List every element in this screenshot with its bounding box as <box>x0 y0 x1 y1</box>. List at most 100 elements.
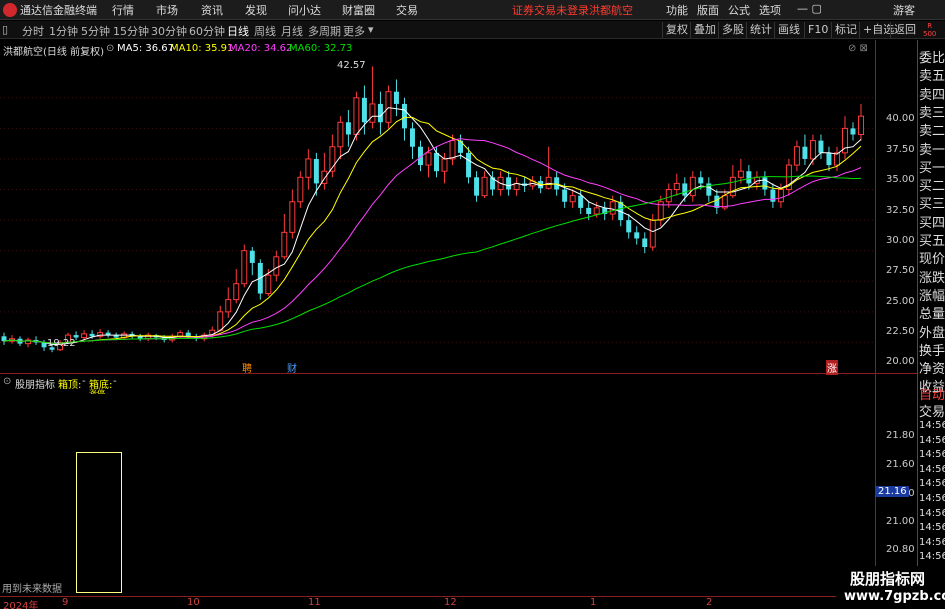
period-weekly[interactable]: 周线 <box>254 23 276 39</box>
candle-body-37[interactable] <box>297 176 304 203</box>
candle-body-10[interactable] <box>81 333 88 339</box>
menu-zixun[interactable]: 资讯 <box>201 2 223 18</box>
candle-body-43[interactable] <box>345 122 351 135</box>
candle-body-83[interactable] <box>665 189 672 203</box>
candle-body-79[interactable] <box>634 232 640 239</box>
more-chevron-icon[interactable]: ▾ <box>368 23 374 36</box>
candle-body-100[interactable] <box>802 146 808 159</box>
candle-body-48[interactable] <box>385 91 392 123</box>
candle-body-22[interactable] <box>177 332 184 337</box>
candle-body-55[interactable] <box>441 158 448 172</box>
candle-body-23[interactable] <box>185 332 191 337</box>
menu-wenxiaoda[interactable]: 问小达 <box>288 2 321 18</box>
menu-xuanxiang[interactable]: 选项 <box>759 2 781 18</box>
candle-body-97[interactable] <box>777 189 784 203</box>
period-more[interactable]: 更多 <box>343 23 365 39</box>
tongji-button[interactable]: 统计 <box>746 22 775 38</box>
menu-banmian[interactable]: 版面 <box>697 2 719 18</box>
candle-body-53[interactable] <box>425 152 432 166</box>
candle-body-58[interactable] <box>466 152 472 178</box>
f10-button[interactable]: F10 <box>804 22 831 38</box>
side-panel-header[interactable]: R 500 <box>923 22 936 38</box>
candle-body-91[interactable] <box>729 176 736 197</box>
chart-options-icon[interactable]: ⊘ ⊠ <box>848 43 868 54</box>
candle-body-31[interactable] <box>249 250 255 263</box>
candle-body-85[interactable] <box>682 183 688 196</box>
candle-body-92[interactable] <box>737 170 744 178</box>
fuquan-button[interactable]: 复权 <box>662 22 691 38</box>
event-marker-zhang[interactable]: 涨 <box>826 360 838 375</box>
candle-body-36[interactable] <box>289 201 296 233</box>
candle-body-50[interactable] <box>401 103 407 129</box>
period-1min[interactable]: 1分钟 <box>49 23 78 39</box>
menu-hangqing[interactable]: 行情 <box>112 2 134 18</box>
panel-toggle-icon[interactable]: ▯ <box>2 23 8 36</box>
menu-gongshi[interactable]: 公式 <box>728 2 750 18</box>
candle-body-96[interactable] <box>770 189 776 202</box>
candle-body-30[interactable] <box>241 250 248 285</box>
indicator-settings-icon[interactable]: ⊙ <box>106 43 114 54</box>
back-button[interactable]: 返回 <box>890 22 919 38</box>
period-30min[interactable]: 30分钟 <box>151 23 187 39</box>
candle-body-101[interactable] <box>809 140 816 160</box>
menu-faxian[interactable]: 发现 <box>245 2 267 18</box>
candle-body-35[interactable] <box>281 231 288 258</box>
candle-body-34[interactable] <box>273 256 280 276</box>
candle-body-29[interactable] <box>233 283 240 301</box>
candle-body-27[interactable] <box>217 311 224 331</box>
indicator-settings-icon-2[interactable]: ⊙ <box>3 376 11 387</box>
candle-body-89[interactable] <box>714 195 720 208</box>
candle-body-84[interactable] <box>673 182 680 191</box>
candle-body-54[interactable] <box>434 152 439 172</box>
event-marker-cai[interactable]: 财 <box>287 360 297 375</box>
candle-body-51[interactable] <box>409 128 415 147</box>
candle-body-42[interactable] <box>337 121 344 148</box>
candle-body-47[interactable] <box>377 103 383 123</box>
candle-body-59[interactable] <box>474 177 480 196</box>
menu-jiaoyi[interactable]: 交易 <box>396 2 418 18</box>
candle-body-95[interactable] <box>762 177 768 190</box>
candle-body-87[interactable] <box>698 177 704 184</box>
candle-body-81[interactable] <box>649 219 656 248</box>
candle-body-28[interactable] <box>225 299 232 313</box>
duogu-button[interactable]: 多股 <box>718 22 747 38</box>
period-fenshi[interactable]: 分时 <box>22 23 44 39</box>
candle-body-44[interactable] <box>353 97 360 135</box>
period-60min[interactable]: 60分钟 <box>189 23 225 39</box>
candle-body-76[interactable] <box>609 201 616 215</box>
candlestick-chart[interactable] <box>0 55 875 373</box>
login-warning[interactable]: 证券交易未登录 <box>512 2 589 18</box>
candle-body-78[interactable] <box>626 220 632 233</box>
candle-body-38[interactable] <box>305 158 312 178</box>
biaoji-button[interactable]: 标记 <box>831 22 860 38</box>
candle-body-63[interactable] <box>506 177 512 190</box>
window-controls[interactable]: — ▢ <box>797 2 822 15</box>
candle-body-73[interactable] <box>586 207 592 214</box>
candle-body-71[interactable] <box>569 195 576 203</box>
huaxian-button[interactable]: 画线 <box>774 22 803 38</box>
candle-body-93[interactable] <box>746 171 752 184</box>
menu-gongneng[interactable]: 功能 <box>666 2 688 18</box>
menu-caifuquan[interactable]: 财富圈 <box>342 2 375 18</box>
candle-body-11[interactable] <box>89 333 95 337</box>
period-5min[interactable]: 5分钟 <box>81 23 110 39</box>
candle-body-99[interactable] <box>793 146 800 166</box>
candle-body-72[interactable] <box>578 195 584 208</box>
period-monthly[interactable]: 月线 <box>281 23 303 39</box>
candle-body-56[interactable] <box>449 140 456 160</box>
candle-body-39[interactable] <box>313 158 319 184</box>
candle-body-60[interactable] <box>481 176 488 197</box>
candle-body-107[interactable] <box>858 115 864 135</box>
period-daily[interactable]: 日线 <box>227 23 249 39</box>
period-multi[interactable]: 多周期 <box>308 23 341 39</box>
candle-body-104[interactable] <box>833 152 840 166</box>
candle-body-74[interactable] <box>593 207 600 215</box>
candle-body-103[interactable] <box>826 152 832 166</box>
candle-body-45[interactable] <box>361 97 367 123</box>
period-15min[interactable]: 15分钟 <box>113 23 149 39</box>
candle-body-46[interactable] <box>369 103 376 123</box>
menu-shichang[interactable]: 市场 <box>156 2 178 18</box>
candle-body-33[interactable] <box>265 274 272 294</box>
candle-body-102[interactable] <box>818 140 824 153</box>
event-marker-pin[interactable]: 聘 <box>242 360 252 375</box>
